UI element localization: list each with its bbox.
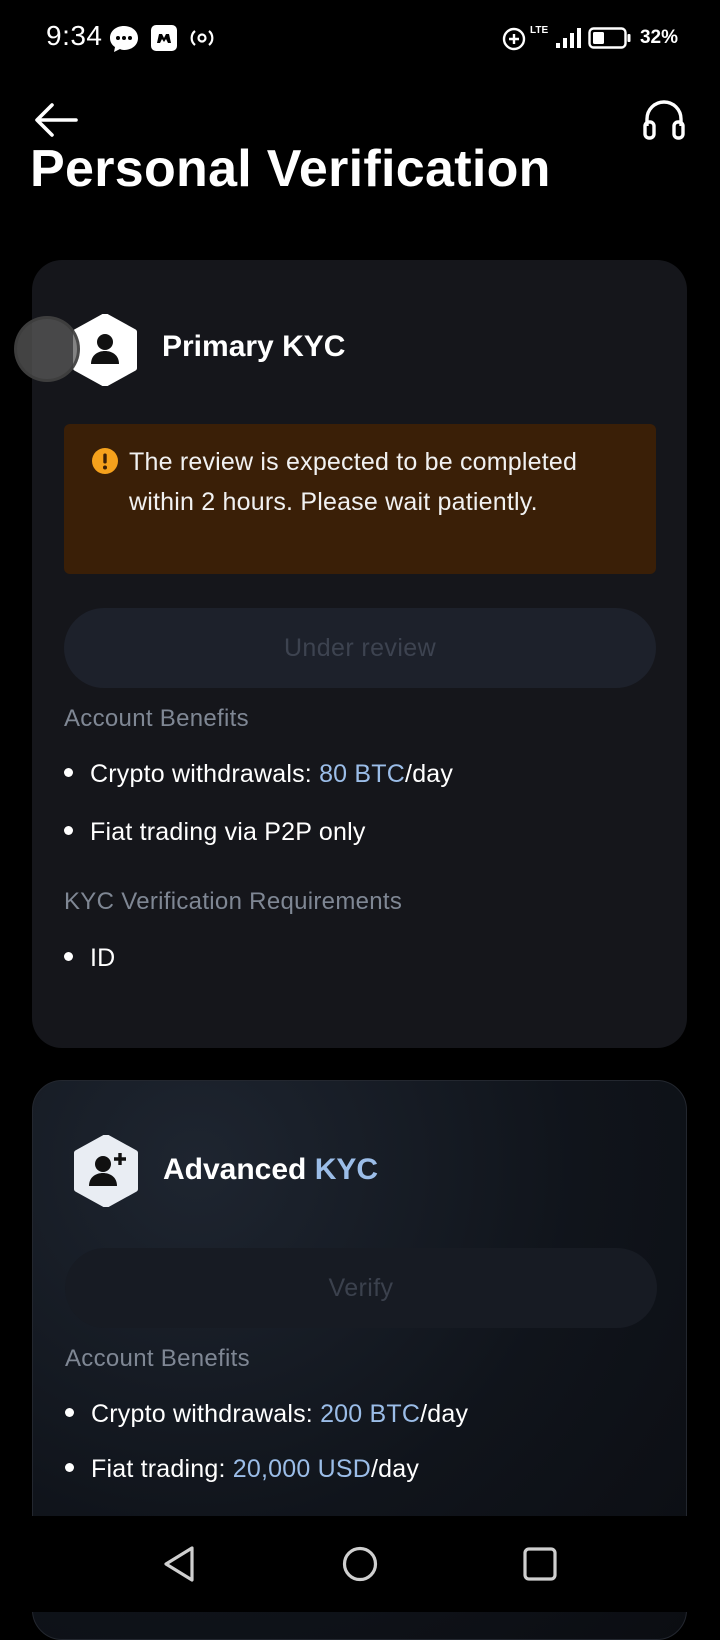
benefit-item: Crypto withdrawals: 200 BTC/day	[65, 1400, 468, 1429]
primary-kyc-card: Primary KYC The review is expected to be…	[32, 260, 687, 1048]
home-nav-icon[interactable]	[338, 1542, 382, 1586]
signal-icon	[556, 28, 581, 48]
advanced-kyc-title: Advanced KYC	[163, 1153, 379, 1186]
notice-text: The review is expected to be completed w…	[129, 448, 578, 516]
verify-button[interactable]: Verify	[65, 1248, 657, 1328]
lte-icon: LTE	[530, 25, 549, 36]
recents-nav-icon[interactable]	[518, 1542, 562, 1586]
status-time: 9:34	[46, 20, 103, 51]
user-shield-icon	[73, 314, 137, 386]
support-button[interactable]	[640, 96, 688, 144]
status-bar: 9:34 LTE 32%	[0, 0, 720, 78]
benefit-item: Fiat trading via P2P only	[64, 818, 366, 847]
touch-indicator	[14, 316, 80, 382]
benefit-item: Crypto withdrawals: 80 BTC/day	[64, 760, 453, 789]
battery-percentage: 32%	[639, 27, 678, 48]
headset-icon	[643, 100, 685, 140]
under-review-button[interactable]: Under review	[64, 608, 656, 688]
requirements-label: KYC Verification Requirements	[64, 888, 403, 915]
account-benefits-label: Account Benefits	[65, 1345, 250, 1372]
user-plus-icon	[74, 1135, 138, 1207]
back-button[interactable]	[32, 96, 80, 144]
data-saver-icon	[502, 27, 526, 51]
back-nav-icon[interactable]	[158, 1542, 202, 1586]
battery-icon	[588, 27, 631, 49]
game-controller-icon	[151, 25, 177, 51]
benefit-item: Fiat trading: 20,000 USD/day	[65, 1455, 419, 1484]
account-benefits-label: Account Benefits	[64, 705, 249, 732]
warning-icon	[92, 448, 118, 474]
review-notice: The review is expected to be completed w…	[64, 424, 656, 574]
primary-kyc-title: Primary KYC	[162, 330, 346, 363]
message-icon	[110, 26, 138, 52]
arrow-left-icon	[35, 103, 78, 137]
page-title: Personal Verification	[30, 140, 551, 198]
navigation-bar	[0, 1516, 720, 1612]
requirement-item: ID	[64, 944, 115, 973]
hotspot-icon	[190, 30, 214, 46]
